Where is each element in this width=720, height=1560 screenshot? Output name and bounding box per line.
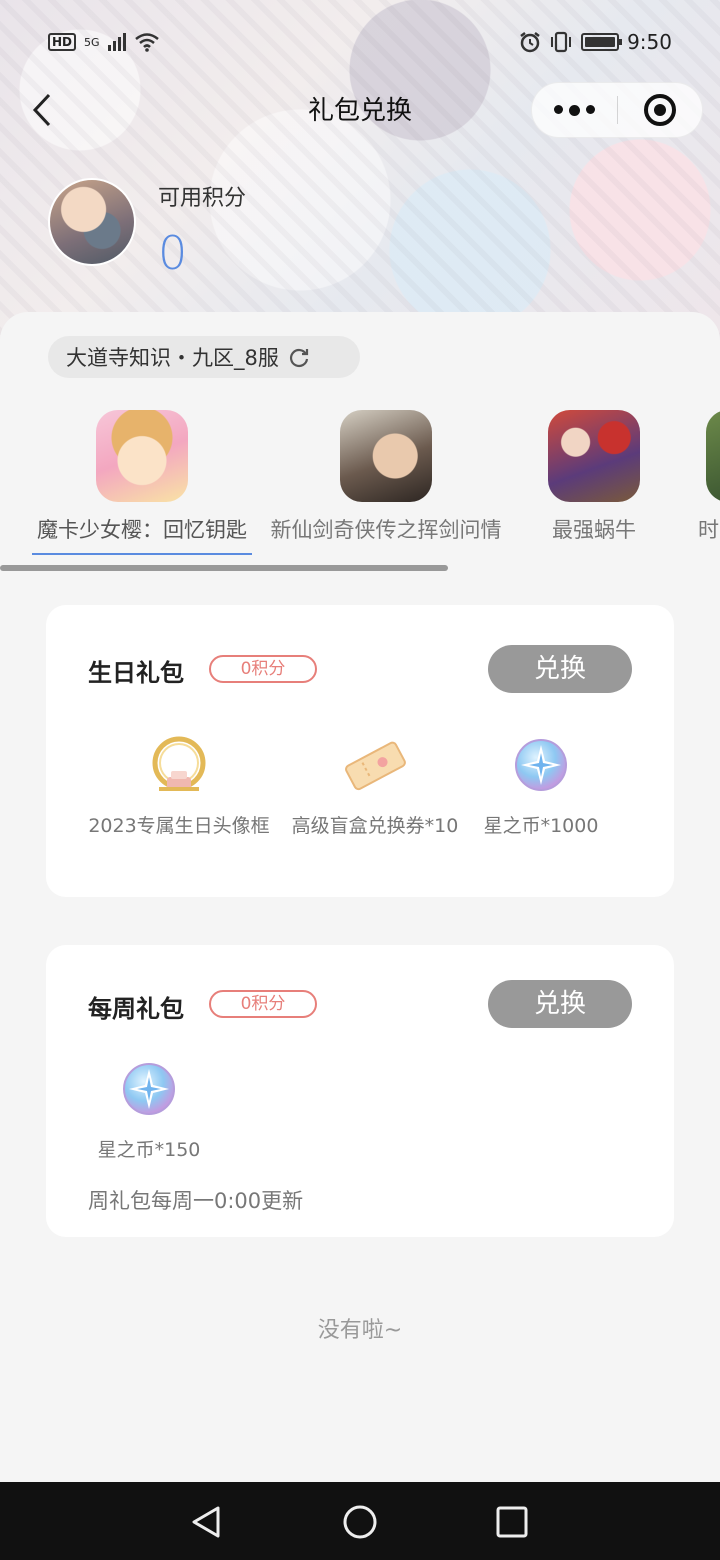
refresh-icon [289, 348, 308, 368]
nav-bar: 礼包兑换 [0, 78, 720, 142]
tab-scroll-indicator [0, 565, 448, 571]
game-tab-4[interactable]: 时 [690, 410, 720, 544]
wifi-icon [134, 33, 159, 52]
alarm-icon [520, 32, 540, 53]
system-navigation-bar [0, 1482, 720, 1560]
reward-item: 星之币*1000 [446, 733, 636, 838]
gift-pack-card-weekly: 每周礼包 0积分 兑换 星之币*150 周礼包每周一0:00更新 [46, 945, 674, 1237]
mini-program-capsule [531, 82, 703, 138]
system-recents-icon[interactable] [492, 1502, 532, 1542]
network-type-label: 5G [84, 35, 100, 49]
vibrate-icon [551, 31, 572, 53]
reward-label: 2023专属生日头像框 [88, 815, 270, 837]
redeem-button[interactable]: 兑换 [488, 645, 632, 693]
birthday-frame-icon [147, 733, 211, 797]
reward-item: 2023专属生日头像框 [84, 733, 274, 838]
game-tab-2[interactable]: 新仙剑奇侠传之挥剑问情 [266, 410, 506, 544]
points-value: 0 [158, 226, 188, 280]
pack-title: 每周礼包 [88, 995, 184, 1023]
game-label: 魔卡少女樱：回忆钥匙 [37, 518, 247, 542]
signal-icon [107, 33, 126, 51]
game-label: 最强蜗牛 [552, 518, 636, 542]
avatar [48, 178, 136, 266]
system-home-icon[interactable] [340, 1502, 380, 1542]
game-icon-partial [706, 410, 720, 502]
server-name: 大道寺知识・九区_8服 [66, 346, 279, 370]
close-mini-program-button[interactable] [618, 94, 703, 126]
points-label: 可用积分 [158, 186, 247, 211]
more-dots-icon[interactable] [532, 104, 617, 116]
game-icon-sword-fairy [340, 410, 432, 502]
star-coin-icon [509, 733, 573, 797]
status-bar: HD 5G 9:50 [0, 22, 720, 62]
game-tab-strip: 魔卡少女樱：回忆钥匙 新仙剑奇侠传之挥剑问情 最强蜗牛 时 [0, 410, 720, 560]
game-label: 时 [698, 518, 719, 542]
pack-title: 生日礼包 [88, 659, 184, 687]
redeem-button[interactable]: 兑换 [488, 980, 632, 1028]
status-time: 9:50 [627, 30, 672, 54]
cost-badge: 0积分 [209, 990, 317, 1018]
reward-item: 高级盲盒兑换券*10 [280, 733, 470, 838]
ticket-icon [343, 733, 407, 797]
target-icon [643, 94, 676, 126]
star-coin-icon [117, 1057, 181, 1121]
system-back-icon[interactable] [186, 1502, 226, 1542]
reward-label: 星之币*1000 [483, 815, 599, 837]
server-selector[interactable]: 大道寺知识・九区_8服 [48, 336, 360, 378]
game-tab-3[interactable]: 最强蜗牛 [534, 410, 654, 544]
active-tab-indicator [32, 553, 252, 555]
reward-item: 星之币*150 [54, 1057, 244, 1162]
end-of-list-text: 没有啦~ [317, 1318, 403, 1343]
game-icon-snail [548, 410, 640, 502]
reward-label: 星之币*150 [97, 1139, 201, 1161]
gift-pack-card-birthday: 生日礼包 0积分 兑换 2023专属生日头像框 高级盲盒兑换券*10 星之币*1… [46, 605, 674, 897]
game-tab-1[interactable]: 魔卡少女樱：回忆钥匙 [32, 410, 252, 544]
game-icon-cardcaptor [96, 410, 188, 502]
hd-badge: HD [48, 33, 77, 51]
game-label: 新仙剑奇侠传之挥剑问情 [270, 518, 502, 542]
reward-label: 高级盲盒兑换券*10 [291, 815, 459, 837]
pack-refresh-note: 周礼包每周一0:00更新 [88, 1189, 304, 1213]
cost-badge: 0积分 [209, 655, 317, 683]
battery-icon [581, 33, 623, 51]
